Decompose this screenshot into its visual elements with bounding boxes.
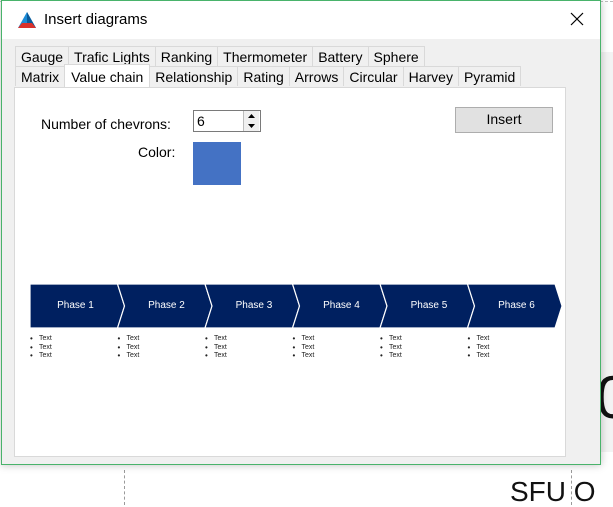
tab-matrix[interactable]: Matrix	[15, 66, 66, 86]
chevrons-stepper[interactable]: 6	[193, 110, 261, 132]
tab-value-chain[interactable]: Value chain	[64, 64, 151, 87]
title-bar: Insert diagrams	[2, 1, 600, 39]
stepper-down-button[interactable]	[244, 121, 259, 131]
arrow-up-icon	[248, 114, 255, 118]
triangle-logo-icon	[18, 12, 36, 28]
bullet-item: Text	[468, 335, 490, 344]
bullet-item: Text	[380, 352, 402, 361]
bullet-item: Text	[468, 352, 490, 361]
phase-bullet-list: TextTextText	[380, 335, 402, 361]
bullet-item: Text	[293, 335, 315, 344]
phase-label: Phase 1	[57, 300, 94, 311]
tab-sphere[interactable]: Sphere	[367, 46, 425, 66]
tab-arrows[interactable]: Arrows	[288, 66, 345, 86]
tab-row-2: Matrix Value chain Relationship Rating Arrow…	[15, 64, 522, 87]
bullet-item: Text	[205, 344, 227, 353]
stepper-buttons	[243, 111, 260, 131]
insert-button[interactable]: Insert	[455, 107, 553, 133]
tab-battery[interactable]: Battery	[312, 46, 369, 66]
phase-bullet-list: TextTextText	[205, 335, 227, 361]
bullet-item: Text	[380, 344, 402, 353]
tab-circular[interactable]: Circular	[343, 66, 404, 86]
bullet-item: Text	[205, 335, 227, 344]
bullet-item: Text	[380, 335, 402, 344]
bullet-item: Text	[118, 352, 140, 361]
tab-ranking[interactable]: Ranking	[154, 46, 219, 66]
phase-label: Phase 4	[323, 300, 360, 311]
phase-label: Phase 5	[410, 300, 448, 311]
value-chain-panel: Number of chevrons: 6 Color: Insert Phas…	[14, 87, 566, 457]
value-chain-preview: Phase 1TextTextTextPhase 2TextTextTextPh…	[30, 284, 564, 360]
background-slide-text: SFU O	[510, 476, 596, 507]
bullet-item: Text	[293, 344, 315, 353]
close-button[interactable]	[554, 1, 600, 37]
tab-pyramid[interactable]: Pyramid	[457, 66, 522, 86]
bullet-item: Text	[30, 344, 52, 353]
phase-label: Phase 3	[235, 300, 273, 311]
tab-thermometer[interactable]: Thermometer	[217, 46, 314, 66]
phase-bullet-list: TextTextText	[30, 335, 52, 361]
bullet-item: Text	[30, 352, 52, 361]
color-label: Color:	[138, 144, 176, 160]
tab-trafic-lights[interactable]: Trafic Lights	[68, 46, 156, 66]
bullet-item: Text	[468, 344, 490, 353]
phase-bullet-list: TextTextText	[468, 335, 490, 361]
insert-diagrams-dialog: Insert diagrams Gauge Trafic Lights Rankin…	[1, 0, 601, 465]
background-guide-line	[124, 470, 125, 505]
chevrons-value[interactable]: 6	[197, 113, 205, 129]
bullet-item: Text	[118, 335, 140, 344]
phase-label: Phase 6	[498, 300, 535, 311]
arrow-down-icon	[248, 124, 255, 128]
close-icon	[570, 12, 584, 26]
color-swatch[interactable]	[193, 142, 241, 185]
bullet-item: Text	[118, 344, 140, 353]
window-title: Insert diagrams	[44, 11, 148, 28]
tab-rating[interactable]: Rating	[237, 66, 290, 86]
phase-bullet-list: TextTextText	[293, 335, 315, 361]
phase-bullet-list: TextTextText	[118, 335, 140, 361]
tab-gauge[interactable]: Gauge	[15, 46, 70, 66]
tab-harvey[interactable]: Harvey	[402, 66, 459, 86]
bullet-item: Text	[293, 352, 315, 361]
tab-relationship[interactable]: Relationship	[149, 66, 239, 86]
bullet-item: Text	[30, 335, 52, 344]
phase-label: Phase 2	[148, 300, 185, 311]
chevrons-label: Number of chevrons:	[41, 116, 171, 132]
bullet-item: Text	[205, 352, 227, 361]
